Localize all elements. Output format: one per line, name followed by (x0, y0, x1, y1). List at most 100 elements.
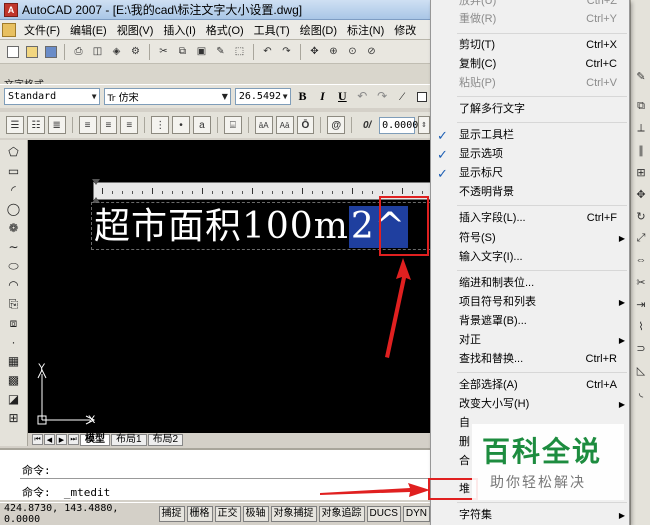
lowercase-button[interactable]: Aā (275, 116, 294, 134)
menu-view[interactable]: 视图(V) (112, 22, 159, 38)
menu-item-symbol[interactable]: 符号(S) ▶ (431, 229, 631, 248)
numbering-icon[interactable]: ⋮ (151, 116, 170, 134)
symbol-button[interactable]: @ (327, 116, 346, 134)
mtext-justify-icon[interactable]: ☷ (26, 116, 45, 134)
gradient-icon[interactable]: ▩ (5, 372, 23, 388)
osnap-toggle[interactable]: 对象捕捉 (270, 506, 317, 522)
new-file-icon[interactable] (4, 43, 21, 60)
menu-item-bullets-lists[interactable]: 项目符号和列表 ▶ (431, 293, 631, 312)
menu-item-cut[interactable]: 剪切(T) Ctrl+X (431, 36, 631, 55)
uppercase-button[interactable]: āA (254, 116, 273, 134)
publish-icon[interactable]: ◈ (108, 43, 125, 60)
polar-toggle[interactable]: 极轴 (242, 506, 269, 522)
menu-item-justification[interactable]: 对正 ▶ (431, 331, 631, 350)
zoom-previous-icon[interactable]: ⊘ (363, 43, 380, 60)
undo-text-icon[interactable]: ↶ (354, 89, 370, 105)
arc-icon[interactable]: ◜ (5, 182, 23, 198)
paragraph-icon[interactable]: ≣ (47, 116, 66, 134)
point-icon[interactable]: · (5, 334, 23, 350)
menu-insert[interactable]: 插入(I) (158, 22, 200, 38)
bold-button[interactable]: B (295, 89, 311, 105)
text-height-select[interactable]: 26.5492 ▼ (234, 88, 291, 105)
ducs-toggle[interactable]: DUCS (366, 506, 401, 522)
align-left-icon[interactable]: ≡ (78, 116, 97, 134)
menu-tools[interactable]: 工具(T) (249, 22, 295, 38)
revcloud-icon[interactable]: ❁ (5, 220, 23, 236)
italic-button[interactable]: I (315, 89, 331, 105)
insert-block-icon[interactable]: ⎘ (5, 296, 23, 312)
grid-toggle[interactable]: 栅格 (186, 506, 213, 522)
first-tab-icon[interactable]: ⏮ (32, 434, 43, 445)
polygon-icon[interactable]: ⬠ (5, 144, 23, 160)
rotate-icon[interactable]: ↻ (634, 210, 648, 224)
open-file-icon[interactable] (23, 43, 40, 60)
tab-model[interactable]: 模型 (80, 433, 110, 446)
menu-format[interactable]: 格式(O) (201, 22, 249, 38)
rectangle-icon[interactable]: ▭ (5, 163, 23, 179)
redo-text-icon[interactable]: ↷ (374, 89, 390, 105)
command-prompt[interactable]: 命令: _mtedit (22, 484, 110, 500)
drawing-canvas[interactable]: 超市面积100m2^ Y X (28, 140, 430, 433)
menu-file[interactable]: 文件(F) (19, 22, 65, 38)
indent-marker-icon[interactable] (92, 179, 100, 203)
spline-icon[interactable]: ∼ (5, 239, 23, 255)
copy-object-icon[interactable]: ⧉ (634, 100, 648, 114)
pan-icon[interactable]: ✥ (306, 43, 323, 60)
mtext-content[interactable]: 超市面积100m2^ (94, 206, 408, 248)
join-icon[interactable]: ⊃ (634, 342, 648, 356)
menu-item-show-toolbar[interactable]: ✓ 显示工具栏 (431, 126, 631, 145)
plot-icon[interactable]: ⚙ (127, 43, 144, 60)
hatch-icon[interactable]: ▦ (5, 353, 23, 369)
menu-item-insert-field[interactable]: 插入字段(L)... Ctrl+F (431, 209, 631, 228)
menu-item-show-ruler[interactable]: ✓ 显示标尺 (431, 164, 631, 183)
make-block-icon[interactable]: ⧈ (5, 315, 23, 331)
redo-icon[interactable]: ↷ (278, 43, 295, 60)
text-style-select[interactable]: Standard ▼ (4, 88, 100, 105)
stretch-icon[interactable]: ⇔ (634, 254, 648, 268)
zoom-realtime-icon[interactable]: ⊕ (325, 43, 342, 60)
region-icon[interactable]: ◪ (5, 391, 23, 407)
underline-button[interactable]: U (334, 89, 350, 105)
menu-item-change-case[interactable]: 改变大小写(H) ▶ (431, 395, 631, 414)
extend-icon[interactable]: ⇥ (634, 298, 648, 312)
menu-item-paste[interactable]: 粘贴(P) Ctrl+V (431, 74, 631, 93)
scale-icon[interactable]: ⤢ (634, 232, 648, 246)
ellipse-arc-icon[interactable]: ◠ (5, 277, 23, 293)
font-select[interactable]: Tr 仿宋 ▼ (103, 88, 231, 105)
array-icon[interactable]: ⊞ (634, 166, 648, 180)
document-icon[interactable] (2, 22, 16, 37)
menu-modify[interactable]: 修改 (389, 22, 421, 38)
stack-icon[interactable]: ⁄ (394, 89, 410, 105)
move-icon[interactable]: ✥ (634, 188, 648, 202)
menu-item-background-mask[interactable]: 背景遮罩(B)... (431, 312, 631, 331)
dyn-toggle[interactable]: DYN (402, 506, 430, 522)
print-icon[interactable]: ⎙ (70, 43, 87, 60)
ellipse-icon[interactable]: ⬭ (5, 258, 23, 274)
letters-icon[interactable]: a (193, 116, 211, 134)
circle-icon[interactable]: ◯ (5, 201, 23, 217)
next-tab-icon[interactable]: ▶ (56, 434, 67, 445)
table-icon[interactable]: ⊞ (5, 410, 23, 426)
snap-toggle[interactable]: 捕捉 (158, 506, 185, 522)
bullets-icon[interactable]: • (172, 116, 190, 134)
align-center-icon[interactable]: ≡ (99, 116, 118, 134)
erase-icon[interactable]: ✎ (634, 70, 648, 84)
menu-dimension[interactable]: 标注(N) (342, 22, 389, 38)
block-editor-icon[interactable]: ⬚ (231, 43, 248, 60)
menu-item-find-replace[interactable]: 查找和替换... Ctrl+R (431, 350, 631, 369)
trim-icon[interactable]: ✂ (634, 276, 648, 290)
oblique-angle-input[interactable]: 0.0000 (379, 116, 418, 134)
match-properties-icon[interactable]: ✎ (212, 43, 229, 60)
menu-item-select-all[interactable]: 全部选择(A) Ctrl+A (431, 376, 631, 395)
menu-item-opaque-bg[interactable]: 不透明背景 (431, 183, 631, 202)
last-tab-icon[interactable]: ⏭ (68, 434, 79, 445)
zoom-window-icon[interactable]: ⊙ (344, 43, 361, 60)
paste-icon[interactable]: ▣ (193, 43, 210, 60)
menu-item-show-options[interactable]: ✓ 显示选项 (431, 145, 631, 164)
offset-icon[interactable]: ∥ (634, 144, 648, 158)
menu-item-import-text[interactable]: 输入文字(I)... (431, 248, 631, 267)
menu-item-learn-mtext[interactable]: 了解多行文字 (431, 100, 631, 119)
insert-field-icon[interactable]: ⌸ (223, 116, 242, 134)
columns-icon[interactable]: ☰ (6, 116, 24, 134)
menu-edit[interactable]: 编辑(E) (65, 22, 112, 38)
